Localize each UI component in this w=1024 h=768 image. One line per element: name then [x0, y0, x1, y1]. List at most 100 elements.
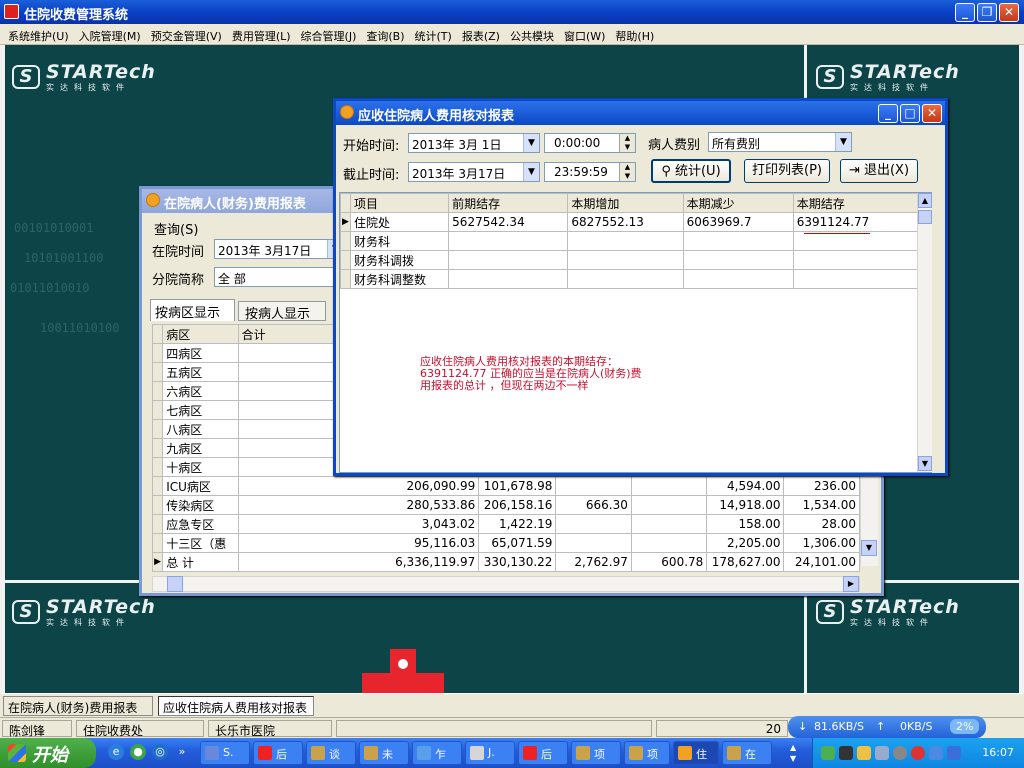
taskbar-item[interactable]: 后 — [518, 741, 568, 765]
table-row[interactable]: 传染病区 280,533.86 206,158.16 666.30 14,918.00 1… — [151, 495, 860, 515]
shield-icon[interactable] — [929, 746, 943, 760]
gear-icon[interactable] — [893, 746, 907, 760]
amount-cell — [567, 269, 684, 289]
taskbar-item[interactable]: 项 — [571, 741, 621, 765]
receivable-fee-check-window: 应收住院病人费用核对报表 _ □ ✕ 开始时间: 2013年 3月 1日 ▼ 0… — [333, 98, 948, 476]
total-row[interactable]: ▶ 总 计 6,336,119.97 330,130.22 2,762.97 6… — [151, 552, 860, 572]
restore-icon[interactable]: ❐ — [977, 3, 997, 22]
browser-icon[interactable]: e — [108, 744, 124, 760]
column-header-item[interactable]: 项目 — [350, 193, 450, 213]
start-button[interactable]: 开始 — [0, 738, 96, 768]
scroll-thumb[interactable] — [918, 210, 932, 224]
end-time-value: 23:59:59 — [554, 165, 608, 179]
taskbar-item[interactable]: 未 — [359, 741, 409, 765]
fee-cell: 3,043.02 — [237, 514, 480, 534]
fee-cell — [630, 514, 708, 534]
ward-name-cell: 六病区 — [162, 381, 239, 401]
mdi-tab-receivable-check[interactable]: 应收住院病人费用核对报表 — [158, 696, 314, 716]
scroll-up-icon[interactable]: ▲ — [918, 193, 932, 208]
taskbar-item[interactable]: 在 — [722, 741, 772, 765]
minimize-icon[interactable]: _ — [878, 104, 898, 123]
taskbar-item-active[interactable]: 住 — [673, 741, 719, 765]
column-header-prev-balance[interactable]: 前期结存 — [448, 193, 569, 213]
column-header-balance[interactable]: 本期结存 — [792, 193, 919, 213]
scroll-down-icon[interactable]: ▼ — [861, 540, 877, 556]
volume-icon[interactable] — [857, 746, 871, 760]
media-icon[interactable]: ◎ — [152, 744, 168, 760]
total-col6: 24,101.00 — [783, 552, 860, 572]
spinner-arrows-icon[interactable]: ▲ ▼ — [619, 134, 635, 152]
menu-deposit[interactable]: 预交金管理(V) — [146, 24, 227, 44]
menu-help[interactable]: 帮助(H) — [610, 24, 659, 44]
menu-window[interactable]: 窗口(W) — [559, 24, 610, 44]
fee-type-select[interactable]: 所有费别 ▼ — [708, 132, 852, 152]
close-icon[interactable]: ✕ — [999, 3, 1019, 22]
column-header-decrease[interactable]: 本期减少 — [682, 193, 794, 213]
vertical-scrollbar[interactable]: ▲ ▼ — [917, 193, 932, 472]
chevron-right-icon[interactable]: » — [174, 744, 190, 760]
chevron-down-icon[interactable]: ▼ — [523, 163, 539, 181]
horizontal-scrollbar[interactable]: ▶ — [152, 576, 860, 592]
menu-report[interactable]: 报表(Z) — [457, 24, 505, 44]
taskbar-item[interactable]: 项 — [624, 741, 670, 765]
table-row[interactable]: ▶ 住院处 5627542.34 6827552.13 6063969.7 6391124… — [339, 212, 919, 232]
security-icon[interactable] — [947, 746, 961, 760]
start-date-picker[interactable]: 2013年 3月 1日 ▼ — [408, 133, 540, 153]
quicklaunch-icon[interactable]: ● — [130, 744, 146, 760]
table-row[interactable]: 财务科 — [339, 231, 919, 251]
tab-by-patient[interactable]: 按病人显示 — [238, 301, 326, 322]
item-cell: 住院处 — [350, 212, 450, 232]
stop-icon[interactable] — [911, 746, 925, 760]
table-row[interactable]: ICU病区 206,090.99 101,678.98 4,594.00 236.00 — [151, 476, 860, 496]
chevron-down-icon[interactable]: ▼ — [523, 134, 539, 152]
window-title-bar[interactable]: 应收住院病人费用核对报表 _ □ ✕ — [336, 101, 945, 125]
branch-field[interactable]: 全 部 — [214, 267, 344, 287]
menu-admission[interactable]: 入院管理(M) — [74, 24, 146, 44]
scroll-right-icon[interactable]: ▶ — [843, 576, 859, 592]
print-list-button[interactable]: 打印列表(P) — [744, 159, 830, 183]
statistics-button[interactable]: ⚲ 统计(U) — [651, 159, 731, 183]
taskbar-item[interactable]: 乍 — [412, 741, 462, 765]
start-time-spinner[interactable]: 0:00:00 ▲ ▼ — [544, 133, 636, 153]
date-picker[interactable]: 2013年 3月17日 ▼ — [214, 239, 344, 259]
chevron-down-icon[interactable]: ▼ — [835, 133, 851, 151]
table-row[interactable]: 财务科调整数 — [339, 269, 919, 289]
taskbar-scroll-icon[interactable]: ▲ ▼ — [790, 742, 796, 764]
fee-cell: 206,158.16 — [478, 495, 557, 515]
menu-common[interactable]: 公共模块 — [505, 24, 559, 44]
taskbar-item[interactable]: J. — [465, 741, 515, 765]
settings-icon[interactable] — [875, 746, 889, 760]
column-header-increase[interactable]: 本期增加 — [567, 193, 684, 213]
check-report-table: 项目 前期结存 本期增加 本期减少 本期结存 ▶ 住院处 5627542.34 682… — [339, 193, 919, 289]
ward-name-cell: 七病区 — [162, 400, 239, 420]
fee-cell — [555, 514, 632, 534]
maximize-icon[interactable]: □ — [900, 104, 920, 123]
menu-stats[interactable]: 统计(T) — [410, 24, 457, 44]
tray-icon[interactable] — [821, 746, 835, 760]
taskbar-item[interactable]: S. — [200, 741, 250, 765]
taskbar-item[interactable]: 后 — [253, 741, 303, 765]
menu-fee[interactable]: 费用管理(L) — [227, 24, 296, 44]
exit-button[interactable]: ⇥ 退出(X) — [840, 159, 918, 183]
end-date-picker[interactable]: 2013年 3月17日 ▼ — [408, 162, 540, 182]
scroll-down-icon[interactable]: ▼ — [918, 456, 932, 471]
spinner-arrows-icon[interactable]: ▲ ▼ — [619, 163, 635, 181]
fee-cell — [555, 533, 632, 553]
minimize-icon[interactable]: _ — [955, 3, 975, 22]
menu-general[interactable]: 综合管理(J) — [296, 24, 362, 44]
end-time-spinner[interactable]: 23:59:59 ▲ ▼ — [544, 162, 636, 182]
fee-cell: 4,594.00 — [706, 476, 785, 496]
ward-name-cell: 九病区 — [162, 438, 239, 458]
close-icon[interactable]: ✕ — [922, 104, 942, 123]
column-header-ward[interactable]: 病区 — [162, 324, 239, 344]
taskbar-item[interactable]: 谈 — [306, 741, 356, 765]
table-row[interactable]: 十三区（惠 95,116.03 65,071.59 2,205.00 1,306.00 — [151, 533, 860, 553]
monitor-icon[interactable] — [839, 746, 853, 760]
menu-query[interactable]: 查询(B) — [361, 24, 409, 44]
table-row[interactable]: 财务科调拨 — [339, 250, 919, 270]
tab-by-ward[interactable]: 按病区显示 — [150, 299, 235, 321]
menu-system[interactable]: 系统维护(U) — [3, 24, 74, 44]
mdi-tab-inpatient-fee-report[interactable]: 在院病人(财务)费用报表 — [3, 696, 153, 716]
table-row[interactable]: 应急专区 3,043.02 1,422.19 158.00 28.00 — [151, 514, 860, 534]
task-label: S. — [223, 746, 234, 759]
